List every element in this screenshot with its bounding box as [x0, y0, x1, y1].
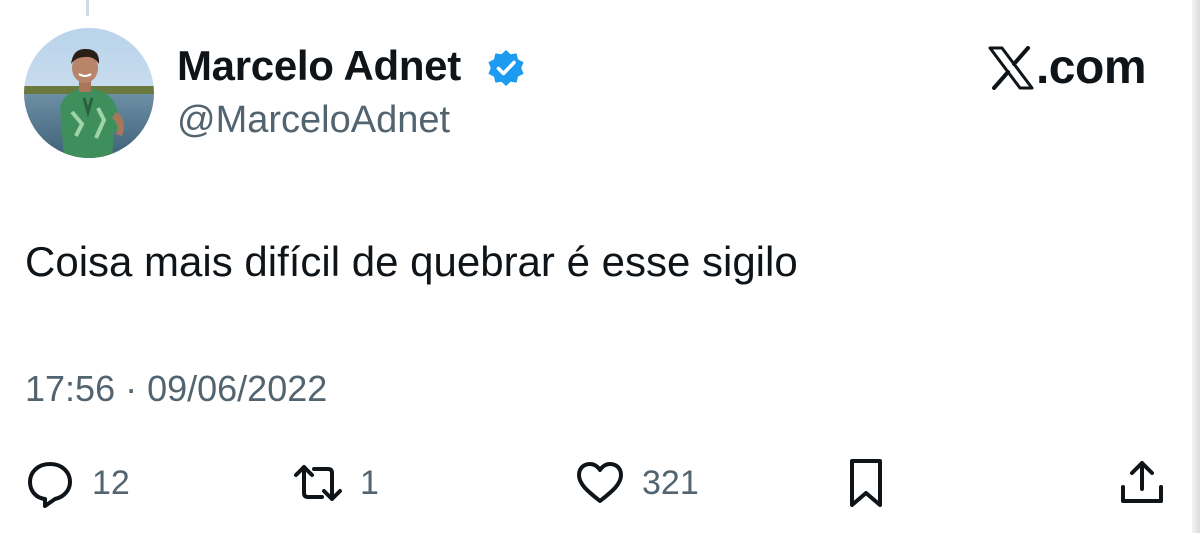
heart-icon: [577, 462, 623, 503]
like-count: 321: [642, 464, 699, 502]
reply-button[interactable]: 12: [22, 452, 130, 514]
verified-badge-icon: [488, 50, 524, 86]
tweet-timestamp[interactable]: 17:56 · 09/06/2022: [25, 364, 327, 414]
user-handle[interactable]: @MarceloAdnet: [177, 93, 450, 147]
reply-count: 12: [92, 464, 130, 502]
tweet-text: Coisa mais difícil de quebrar é esse sig…: [25, 238, 798, 285]
screen-edge: [1192, 0, 1200, 533]
avatar[interactable]: [24, 28, 154, 158]
bookmark-icon: [850, 459, 882, 507]
brand-watermark: .com: [988, 36, 1147, 100]
reply-icon: [28, 462, 72, 508]
share-icon: [1121, 461, 1163, 503]
thread-connector-line: [86, 0, 89, 16]
bookmark-button[interactable]: [838, 452, 894, 514]
brand-text: .com: [1035, 41, 1147, 94]
x-logo-icon: [988, 46, 1034, 90]
retweet-count: 1: [360, 464, 379, 502]
retweet-button[interactable]: 1: [290, 452, 379, 514]
display-name[interactable]: Marcelo Adnet: [177, 38, 461, 94]
retweet-icon: [294, 465, 342, 501]
share-button[interactable]: [1114, 452, 1170, 514]
avatar-photo: [24, 28, 154, 158]
like-button[interactable]: 321: [572, 452, 699, 514]
